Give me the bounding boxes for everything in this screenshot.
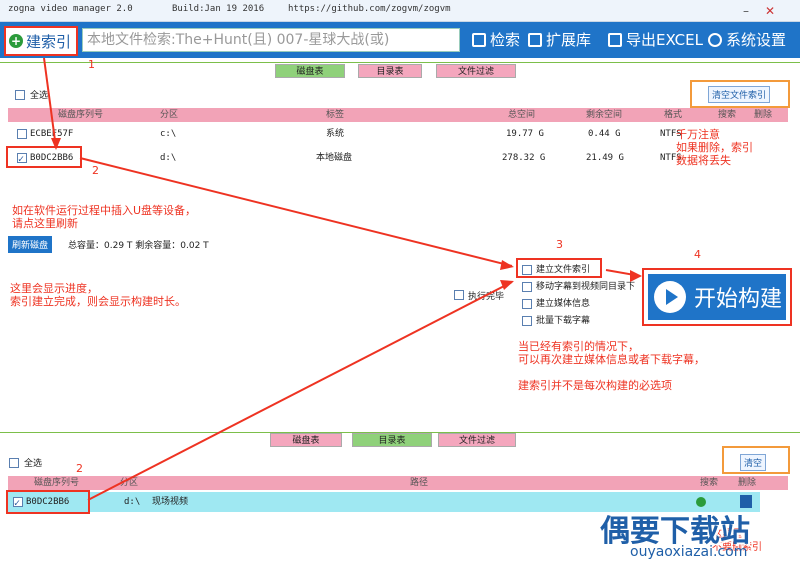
option-hint: 当已经有索引的情况下， 可以再次建立媒体信息或者下载字幕， 建索引并不是每次构建… bbox=[518, 340, 705, 392]
annotation-3: 3 bbox=[556, 238, 563, 251]
progress-hint: 这里会显示进度， 索引建立完成，则会显示构建时长。 bbox=[10, 282, 186, 308]
annotation-2: 2 bbox=[92, 164, 99, 177]
annotation-2b: 2 bbox=[76, 462, 83, 475]
annotation-4: 4 bbox=[694, 248, 701, 261]
watermark-site: ouyaoxiazai.com bbox=[630, 544, 748, 560]
refresh-hint: 如在软件运行过程中插入U盘等设备， 请点这里刷新 bbox=[12, 204, 197, 230]
warning-note: 千万注意 如果删除，索引 数据将丢失 bbox=[676, 128, 753, 167]
annotation-1: 1 bbox=[88, 58, 95, 71]
